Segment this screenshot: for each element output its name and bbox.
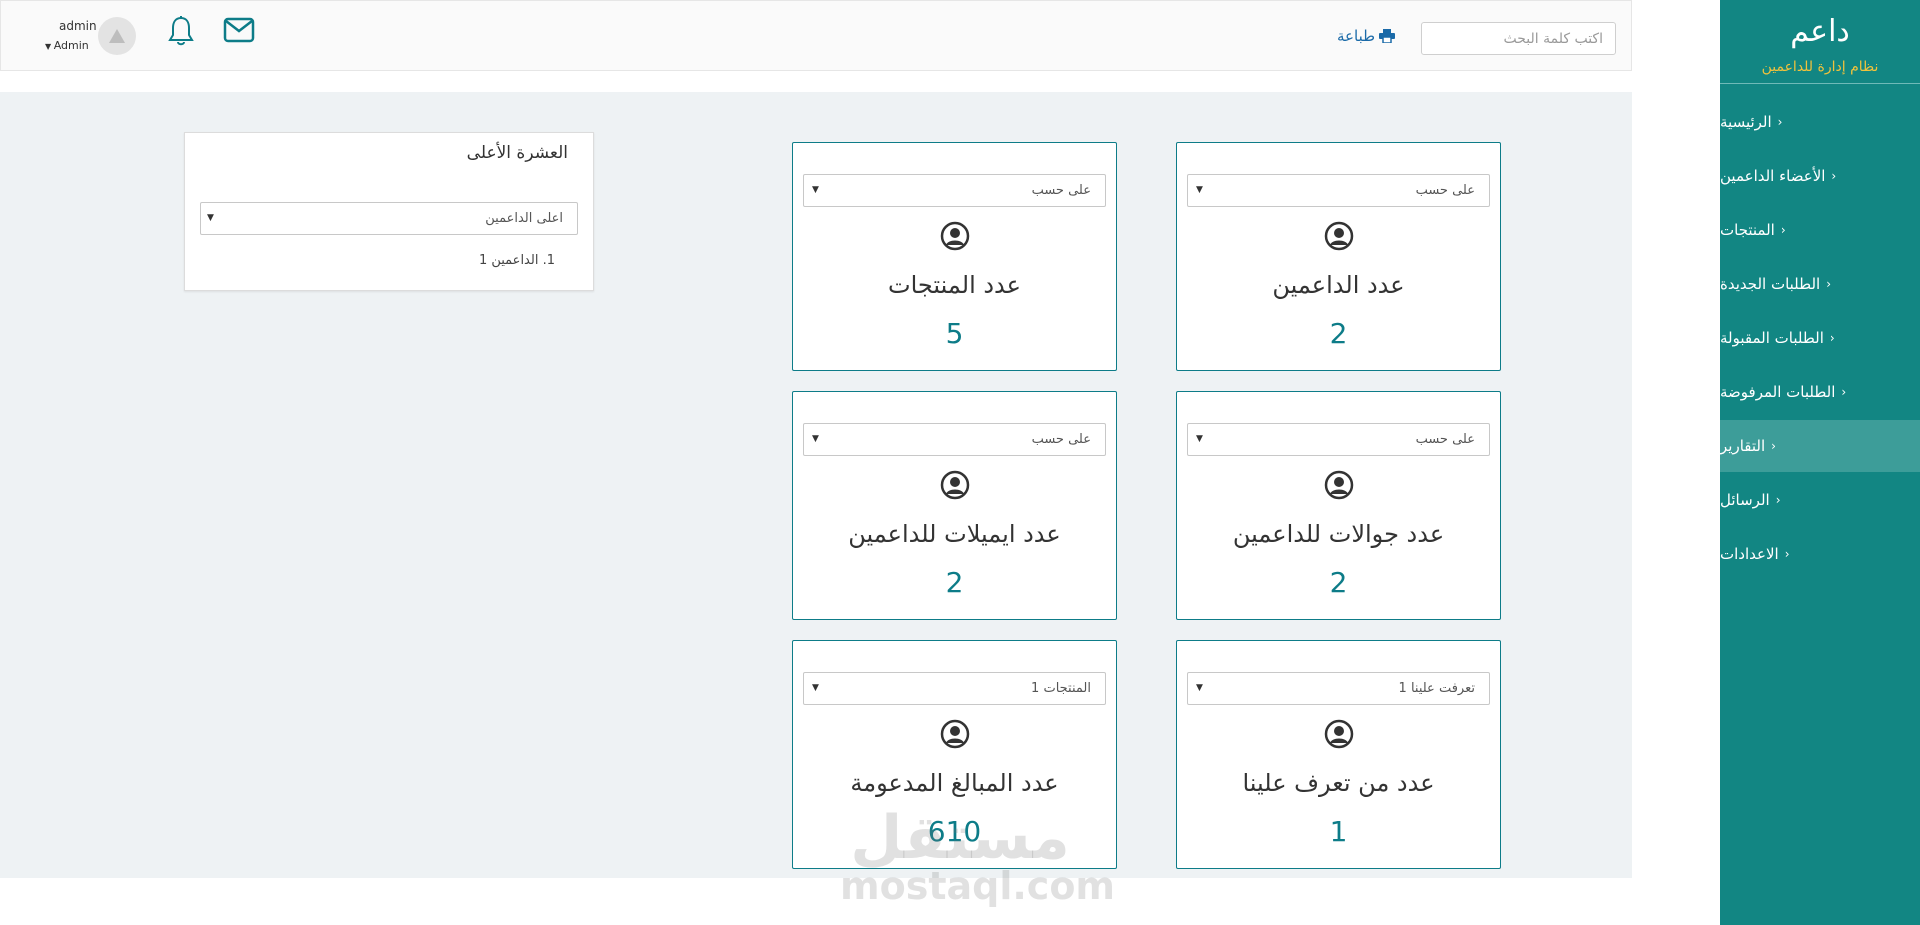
caret-down-icon: ▼ <box>812 434 819 444</box>
brand-title[interactable]: داعم <box>1720 14 1920 49</box>
user-circle-icon <box>940 221 970 251</box>
card-title: عدد المبالغ المدعومة <box>850 769 1059 797</box>
user-role-label: Admin <box>53 39 89 52</box>
user-circle-icon <box>940 470 970 500</box>
user-circle-icon <box>1324 221 1354 251</box>
sidebar-item-label: الطلبات المقبولة <box>1720 329 1824 347</box>
watermark-logo: مستقل <box>850 803 1070 873</box>
caret-down-icon: ▼ <box>812 683 819 693</box>
card-filter-select[interactable]: تعرفت علينا 1 ▼ <box>1187 672 1490 705</box>
sidebar: داعم نظام إدارة للداعمين ‹ الرئيسية ‹ الأع… <box>1720 0 1920 925</box>
sidebar-item-settings[interactable]: ‹ الاعدادات <box>1720 528 1920 580</box>
card-value: 2 <box>1329 566 1348 599</box>
top-header: طباعة admin ▼ Admin <box>0 0 1632 71</box>
print-label: طباعة <box>1337 27 1376 45</box>
caret-down-icon: ▼ <box>1196 434 1203 444</box>
select-value: تعرفت علينا 1 <box>1398 681 1475 696</box>
chevron-left-icon: ‹ <box>1826 277 1832 291</box>
user-circle-icon <box>1324 470 1354 500</box>
select-value: على حسب <box>1031 432 1091 447</box>
warning-icon <box>109 29 125 43</box>
card-value: 5 <box>945 317 964 350</box>
search-input[interactable] <box>1421 22 1616 55</box>
card-filter-select[interactable]: على حسب ▼ <box>803 174 1106 207</box>
sidebar-item-new-requests[interactable]: ‹ الطلبات الجديدة <box>1720 258 1920 310</box>
sidebar-item-messages[interactable]: ‹ الرسائل <box>1720 474 1920 526</box>
card-value: 2 <box>945 566 964 599</box>
card-filter-select[interactable]: على حسب ▼ <box>1187 423 1490 456</box>
user-role-dropdown[interactable]: ▼ Admin <box>45 39 89 52</box>
bell-icon[interactable] <box>167 15 195 47</box>
sidebar-item-label: الرئيسية <box>1720 113 1772 131</box>
stat-card: على حسب ▼ عدد المنتجات 5 <box>792 142 1117 371</box>
card-filter-select[interactable]: على حسب ▼ <box>1187 174 1490 207</box>
user-circle-icon <box>940 719 970 749</box>
stat-card: على حسب ▼ عدد جوالات للداعمين 2 <box>1176 391 1501 620</box>
sidebar-item-accepted-requests[interactable]: ‹ الطلبات المقبولة <box>1720 312 1920 364</box>
select-value: على حسب <box>1415 183 1475 198</box>
chevron-left-icon: ‹ <box>1780 223 1786 237</box>
card-filter-select[interactable]: على حسب ▼ <box>803 423 1106 456</box>
chevron-left-icon: ‹ <box>1777 115 1783 129</box>
sidebar-item-label: الطلبات المرفوضة <box>1720 383 1836 401</box>
brand-subtitle: نظام إدارة للداعمين <box>1720 59 1920 84</box>
chevron-left-icon: ‹ <box>1771 439 1776 453</box>
caret-down-icon: ▼ <box>207 213 214 223</box>
brand: داعم نظام إدارة للداعمين <box>1720 0 1920 84</box>
select-value: المنتجات 1 <box>1031 681 1091 696</box>
chevron-left-icon: ‹ <box>1784 547 1790 561</box>
stat-card: على حسب ▼ عدد ايميلات للداعمين 2 <box>792 391 1117 620</box>
envelope-icon[interactable] <box>223 17 255 43</box>
caret-down-icon: ▼ <box>1196 683 1203 693</box>
card-title: عدد جوالات للداعمين <box>1232 520 1445 548</box>
list-item: 1. الداعمين 1 <box>478 253 555 268</box>
printer-icon <box>1379 29 1396 43</box>
select-value: اعلى الداعمين <box>485 211 563 226</box>
sidebar-item-home[interactable]: ‹ الرئيسية <box>1720 96 1920 148</box>
avatar[interactable] <box>98 17 136 55</box>
chevron-left-icon: ‹ <box>1831 169 1837 183</box>
top-ten-select[interactable]: اعلى الداعمين ▼ <box>200 202 578 235</box>
watermark: مستقل mostaql.com <box>840 803 1116 908</box>
sidebar-item-label: الأعضاء الداعمين <box>1720 167 1826 185</box>
chevron-left-icon: ‹ <box>1775 493 1781 507</box>
chevron-left-icon: ‹ <box>1841 385 1847 399</box>
card-title: عدد ايميلات للداعمين <box>848 520 1061 548</box>
sidebar-menu: ‹ الرئيسية ‹ الأعضاء الداعمين ‹ المنتجات ‹ ا… <box>1720 96 1920 580</box>
sidebar-item-label: الطلبات الجديدة <box>1720 275 1821 293</box>
top-ten-panel: العشرة الأعلى اعلى الداعمين ▼ 1. الداعمي… <box>184 132 594 291</box>
card-filter-select[interactable]: المنتجات 1 ▼ <box>803 672 1106 705</box>
stat-card: تعرفت علينا 1 ▼ عدد من تعرف علينا 1 <box>1176 640 1501 869</box>
card-title: عدد المنتجات <box>888 271 1021 299</box>
sidebar-item-reports[interactable]: ‹ التقارير <box>1720 420 1920 472</box>
sidebar-item-label: الاعدادات <box>1720 545 1779 563</box>
card-value: 2 <box>1329 317 1348 350</box>
sidebar-item-products[interactable]: ‹ المنتجات <box>1720 204 1920 256</box>
sidebar-item-label: التقارير <box>1720 437 1766 455</box>
sidebar-item-rejected-requests[interactable]: ‹ الطلبات المرفوضة <box>1720 366 1920 418</box>
watermark-url: mostaql.com <box>840 864 1116 908</box>
select-value: على حسب <box>1031 183 1091 198</box>
caret-down-icon: ▼ <box>45 42 54 51</box>
main-content: على حسب ▼ عدد الداعمين 2 على حسب ▼ عدد ا… <box>0 92 1632 908</box>
stat-card: على حسب ▼ عدد الداعمين 2 <box>1176 142 1501 371</box>
card-title: عدد الداعمين <box>1272 271 1405 299</box>
top-ten-title: العشرة الأعلى <box>466 143 568 163</box>
user-circle-icon <box>1324 719 1354 749</box>
caret-down-icon: ▼ <box>812 185 819 195</box>
print-button[interactable]: طباعة <box>1337 27 1396 45</box>
sidebar-item-label: المنتجات <box>1720 221 1775 239</box>
sidebar-item-label: الرسائل <box>1720 491 1770 509</box>
caret-down-icon: ▼ <box>1196 185 1203 195</box>
chevron-left-icon: ‹ <box>1829 331 1835 345</box>
user-name[interactable]: admin <box>59 19 97 33</box>
select-value: على حسب <box>1415 432 1475 447</box>
card-value: 1 <box>1329 815 1348 848</box>
sidebar-item-members[interactable]: ‹ الأعضاء الداعمين <box>1720 150 1920 202</box>
card-title: عدد من تعرف علينا <box>1242 769 1435 797</box>
